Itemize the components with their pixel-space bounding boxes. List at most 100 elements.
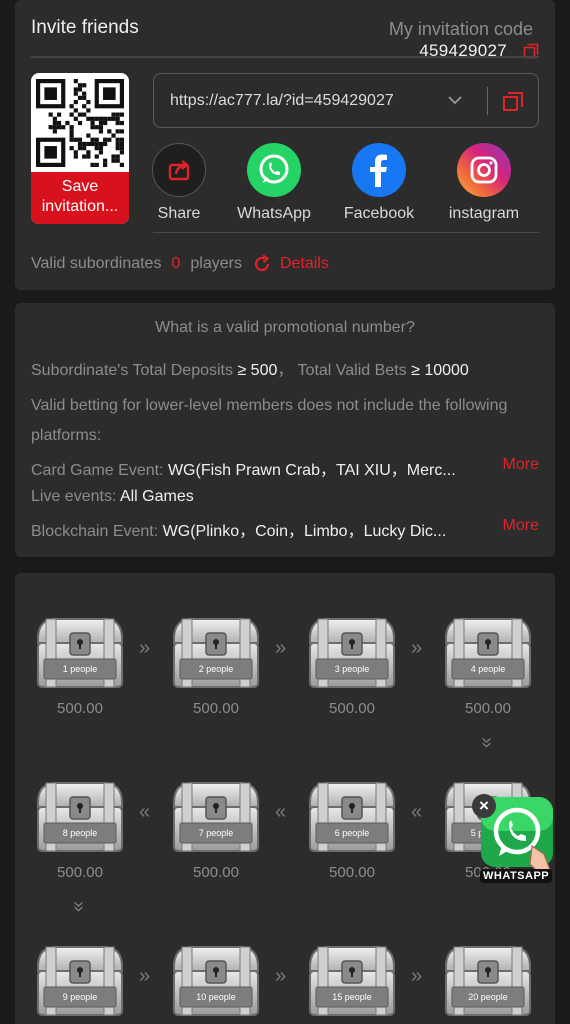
invitation-code-value: 459429027 bbox=[419, 41, 507, 60]
chest-label: 8 people bbox=[62, 828, 98, 838]
chest-label: 1 people bbox=[62, 664, 98, 674]
share-button[interactable]: Share bbox=[127, 143, 231, 223]
chest-3[interactable]: 3 people bbox=[304, 611, 400, 691]
chest-8[interactable]: 8 people bbox=[32, 775, 128, 855]
chevron-down-icon[interactable] bbox=[446, 91, 464, 109]
card-game-line: Card Game Event: WG(Fish Prawn Crab，TAI … bbox=[31, 456, 539, 480]
chest-icon bbox=[440, 939, 536, 1024]
blockchain-more-link[interactable]: More bbox=[500, 517, 539, 535]
copy-link-icon[interactable] bbox=[502, 91, 524, 113]
blockchain-label: Blockchain Event: bbox=[31, 523, 159, 540]
invite-link-field[interactable]: https://ac777.la/?id=459429027 bbox=[153, 73, 539, 128]
rules-title: What is a valid promotional number? bbox=[155, 319, 415, 336]
divider bbox=[487, 87, 488, 115]
double-chevron-right-icon: » bbox=[275, 965, 287, 987]
players-label: players bbox=[190, 255, 242, 272]
details-link[interactable]: Details bbox=[280, 255, 329, 273]
valid-subordinates-label: Valid subordinates bbox=[31, 255, 162, 272]
chest-4[interactable]: 4 people bbox=[440, 611, 536, 691]
chest-9[interactable]: 9 people bbox=[32, 939, 128, 1019]
double-chevron-left-icon: « bbox=[411, 801, 423, 823]
double-chevron-down-icon: » bbox=[476, 736, 499, 749]
qr-code-card[interactable]: Save invitation... bbox=[31, 73, 129, 224]
chest-icon bbox=[440, 611, 536, 696]
instagram-icon bbox=[457, 143, 511, 197]
chest-label: 4 people bbox=[470, 664, 506, 674]
bets-value: ≥ 10000 bbox=[411, 362, 469, 379]
valid-subordinates-row: Valid subordinates 0 players Details bbox=[31, 254, 329, 274]
share-icon bbox=[152, 143, 206, 197]
live-events-value: All Games bbox=[119, 488, 194, 505]
chest-label: 10 people bbox=[196, 992, 236, 1002]
chest-1[interactable]: 1 people bbox=[32, 611, 128, 691]
rules-card: What is a valid promotional number? Subo… bbox=[15, 303, 555, 557]
excluded-platforms-note: Valid betting for lower-level members do… bbox=[31, 397, 508, 444]
live-events-label: Live events: bbox=[31, 488, 117, 505]
bets-label: Total Valid Bets bbox=[297, 362, 407, 379]
invitation-code-label: My invitation code bbox=[388, 19, 533, 39]
chest-icon bbox=[168, 611, 264, 696]
floating-whatsapp-label: WHATSAPP bbox=[480, 869, 553, 883]
separator: ， bbox=[277, 362, 294, 379]
card-game-label: Card Game Event: bbox=[31, 462, 164, 479]
card-game-more-link[interactable]: More bbox=[500, 456, 539, 474]
chest-amount: 500.00 bbox=[465, 700, 511, 717]
chest-20[interactable]: 20 people bbox=[440, 939, 536, 1019]
chest-amount: 500.00 bbox=[193, 700, 239, 717]
divider bbox=[153, 232, 539, 233]
double-chevron-left-icon: « bbox=[275, 801, 287, 823]
blockchain-value: WG(Plinko，Coin，Limbo，Lucky Dic... bbox=[162, 523, 447, 540]
invite-card: Invite friends My invitation code 459429… bbox=[15, 0, 555, 290]
invite-link-text: https://ac777.la/?id=459429027 bbox=[170, 92, 394, 109]
deposits-label: Subordinate's Total Deposits bbox=[31, 362, 233, 379]
save-invitation-button[interactable]: Save invitation... bbox=[31, 172, 129, 224]
deposits-value: ≥ 500 bbox=[237, 362, 278, 379]
invite-title: Invite friends bbox=[31, 17, 139, 38]
chest-amount: 500.00 bbox=[57, 700, 103, 717]
qr-code-image bbox=[36, 79, 124, 167]
chest-2[interactable]: 2 people bbox=[168, 611, 264, 691]
floating-whatsapp-button[interactable]: × WHATSAPP bbox=[472, 794, 564, 888]
double-chevron-down-icon: » bbox=[68, 900, 91, 913]
double-chevron-right-icon: » bbox=[275, 637, 287, 659]
double-chevron-right-icon: » bbox=[411, 965, 423, 987]
chest-10[interactable]: 10 people bbox=[168, 939, 264, 1019]
whatsapp-label: WhatsApp bbox=[237, 205, 311, 222]
share-label: Share bbox=[157, 205, 201, 222]
refresh-icon[interactable] bbox=[252, 254, 272, 274]
whatsapp-share-button[interactable]: WhatsApp bbox=[222, 143, 326, 223]
chest-label: 6 people bbox=[334, 828, 370, 838]
chest-15[interactable]: 15 people bbox=[304, 939, 400, 1019]
chest-icon bbox=[168, 939, 264, 1024]
chest-6[interactable]: 6 people bbox=[304, 775, 400, 855]
facebook-label: Facebook bbox=[343, 205, 415, 222]
chest-label: 9 people bbox=[62, 992, 98, 1002]
double-chevron-right-icon: » bbox=[411, 637, 423, 659]
card-game-value: WG(Fish Prawn Crab，TAI XIU，Merc... bbox=[167, 462, 456, 479]
chest-icon bbox=[32, 611, 128, 696]
blockchain-line: Blockchain Event: WG(Plinko，Coin，Limbo，L… bbox=[31, 517, 539, 541]
chest-icon bbox=[168, 775, 264, 860]
chest-label: 3 people bbox=[334, 664, 370, 674]
chest-icon bbox=[304, 775, 400, 860]
chest-icon bbox=[304, 939, 400, 1024]
chest-amount: 500.00 bbox=[57, 864, 103, 881]
chest-amount: 500.00 bbox=[329, 700, 375, 717]
chest-amount: 500.00 bbox=[329, 864, 375, 881]
valid-subordinates-count: 0 bbox=[171, 255, 181, 272]
chest-icon bbox=[32, 939, 128, 1024]
instagram-label: instagram bbox=[448, 205, 520, 222]
chest-label: 2 people bbox=[198, 664, 234, 674]
live-events-line: Live events: All Games bbox=[31, 488, 539, 506]
double-chevron-right-icon: » bbox=[139, 637, 151, 659]
chest-label: 7 people bbox=[198, 828, 234, 838]
divider bbox=[31, 56, 539, 58]
instagram-share-button[interactable]: instagram bbox=[432, 143, 536, 223]
facebook-share-button[interactable]: Facebook bbox=[327, 143, 431, 223]
whatsapp-icon bbox=[247, 143, 301, 197]
close-floating-button[interactable]: × bbox=[472, 794, 496, 818]
chest-label: 15 people bbox=[332, 992, 372, 1002]
chest-7[interactable]: 7 people bbox=[168, 775, 264, 855]
chest-icon bbox=[304, 611, 400, 696]
chest-label: 20 people bbox=[468, 992, 508, 1002]
